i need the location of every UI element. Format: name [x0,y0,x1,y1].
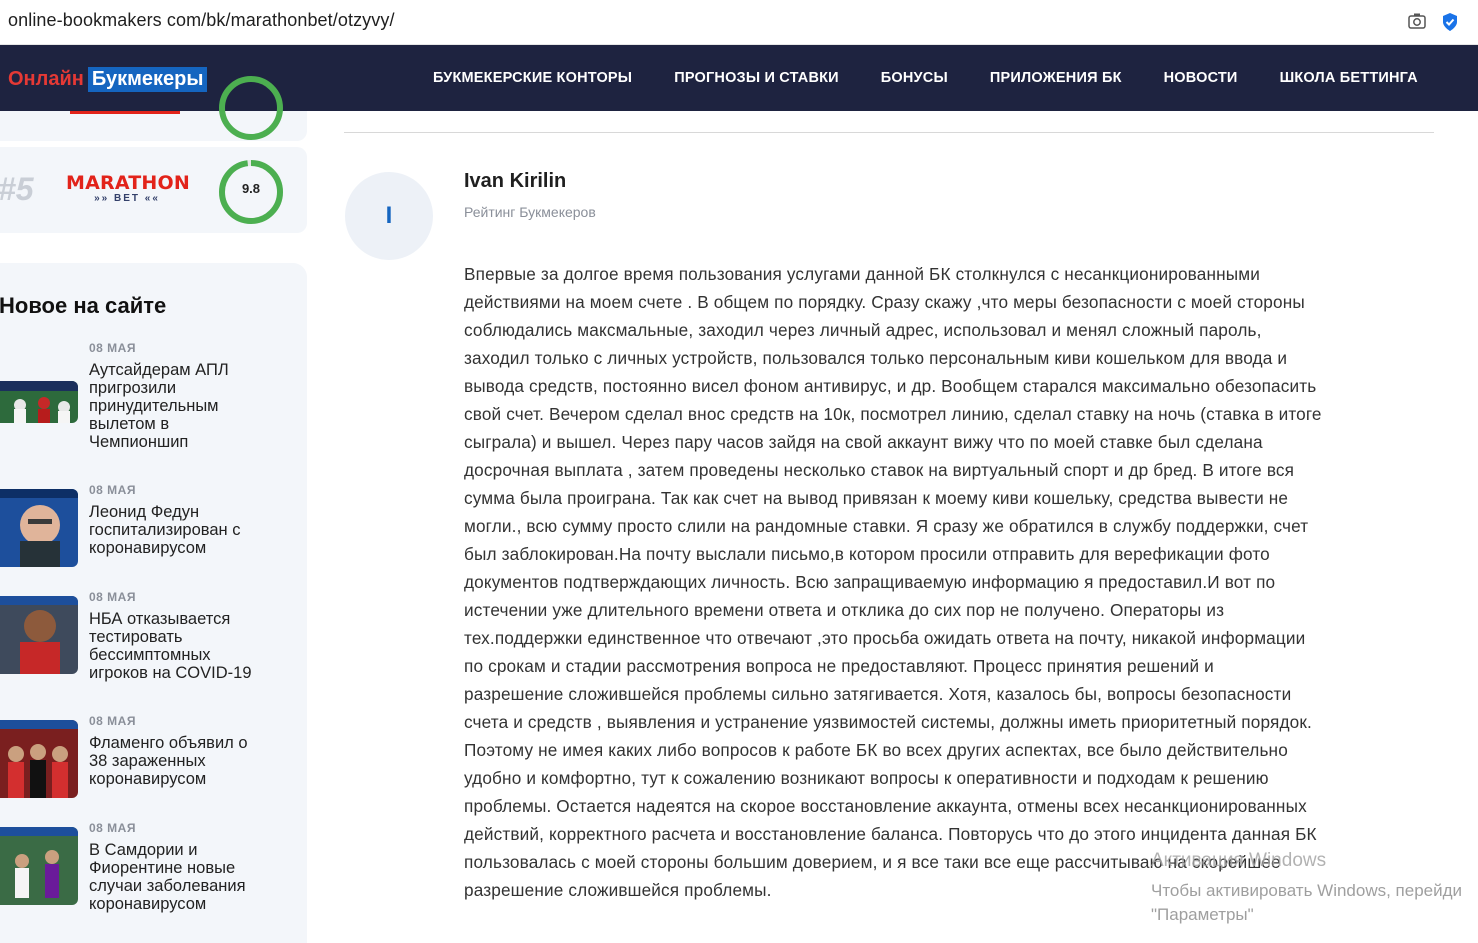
headline-line: вылетом в [89,415,170,433]
review-line: сыграла) и вышел. Через пару часов зайдя… [464,432,1263,452]
news-headline[interactable]: Леонид Федун госпитализирован с коронави… [89,503,279,557]
headline-line: игроков на COVID-19 [89,664,252,682]
news-image-portrait [0,489,78,567]
news-image-football [0,381,78,423]
headline-line: Леонид Федун [89,503,200,521]
sidebar: #5 MARATHON »» BET «« 9.8 Новое на сайте [0,76,310,943]
watermark-line2: Чтобы активировать Windows, перейди [1151,881,1463,900]
headline-line: 38 зараженных [89,752,206,770]
review-line: по срокам и стадии рассмотрения вопроса … [464,656,1214,676]
camera-icon[interactable] [1408,12,1426,30]
headline-line: принудительным [89,397,219,415]
watermark-line3: "Параметры" [1151,905,1254,924]
review-line: счета и средств , выявления и устранение… [464,712,1312,732]
site-logo[interactable]: Онлайн Букмекеры [8,65,208,93]
review-line: истечении уже длительного времени ответа… [464,600,1225,620]
address-bar[interactable]: online-bookmakers com/bk/marathonbet/otz… [0,0,1478,45]
previous-score-ring [219,76,283,140]
review-line: вывода средств, постоянно висел фоном ан… [464,376,1317,396]
news-date: 08 МАЯ [89,341,136,355]
headline-line: коронавирусом [89,539,207,557]
headline-line: В Самдории и [89,841,198,859]
news-thumbnail[interactable] [0,489,78,567]
news-headline[interactable]: Аутсайдерам АПЛ пригрозили принудительны… [89,361,279,451]
headline-line: Фламенго объявил о [89,734,248,752]
review-line: действиями на моем счете . В общем по по… [464,292,1305,312]
review-line: документов подтверждающих личность. Всю … [464,572,1276,592]
news-thumbnail[interactable] [0,827,78,905]
review-line: могли., всю сумму просто слили на рандом… [464,516,1309,536]
windows-activation-watermark: Активация Windows Чтобы активировать Win… [1151,846,1462,924]
headline-line: Чемпионшип [89,433,189,451]
divider [344,132,1434,133]
nav-item-betting-school[interactable]: ШКОЛА БЕТТИНГА [1280,70,1418,86]
news-title: Новое на сайте [0,293,167,318]
news-image-match [0,827,78,905]
news-thumbnail[interactable] [0,596,78,674]
nav-item-bookmakers[interactable]: БУКМЕКЕРСКИЕ КОНТОРЫ [433,70,632,86]
logo-text-part1: Онлайн [8,67,84,90]
news-date: 08 МАЯ [89,714,136,728]
nav-item-news[interactable]: НОВОСТИ [1164,70,1238,86]
review-line: соблюдались максмальные, заходил через л… [464,320,1262,340]
wing-left-icon: »» [94,193,114,204]
review-line: свой счет. Вечером сделал внос средств н… [464,404,1322,424]
review-line: Впервые за долгое время пользования услу… [464,264,1260,284]
news-image-team [0,720,78,798]
news-date: 08 МАЯ [89,821,136,835]
wing-right-icon: «« [140,193,160,204]
avatar-letter: I [385,202,393,229]
avatar: I [345,172,433,260]
brand-sub-text: BET [114,193,140,204]
review-line: сумма была проиграна. Так как счет на вы… [464,488,1289,508]
review-line: Поэтому не имея каких либо вопросов к ра… [464,740,1288,760]
review-text: Впервые за долгое время пользования услу… [464,260,1434,904]
news-headline[interactable]: Фламенго объявил о 38 зараженных коронав… [89,734,279,788]
headline-line: пригрозили [89,379,177,397]
review-line: проблемы. Остается надеятся на скорое во… [464,796,1307,816]
review-line: досрочная выплата , затем проведены неск… [464,460,1295,480]
review-author-subtitle: Рейтинг Букмекеров [464,204,596,220]
news-image-basketball [0,596,78,674]
news-thumbnail[interactable] [0,381,78,423]
review-line: действий, корректного расчета и восстано… [464,824,1317,844]
review-line: разрешение сложившейся проблемы сильно з… [464,684,1292,704]
nav-item-bonuses[interactable]: БОНУСЫ [881,70,948,86]
nav-item-apps[interactable]: ПРИЛОЖЕНИЯ БК [990,70,1122,86]
headline-line: Аутсайдерам АПЛ [89,361,229,379]
verified-shield-icon[interactable] [1441,12,1459,32]
headline-line: коронавирусом [89,895,207,913]
review-line: удобно и комфортно, тут к сожалению возн… [464,768,1269,788]
brand-sub: »» BET «« [66,193,188,205]
previous-logo-fragment [70,111,180,114]
review-line: заходил только с личных устройств, польз… [464,348,1288,368]
score-value: 9.8 [241,181,261,196]
review-line: тех.поддержки единственное что отвечают … [464,628,1306,648]
url-text[interactable]: online-bookmakers com/bk/marathonbet/otz… [8,10,395,31]
news-box: Новое на сайте 08 МАЯ Аутсайдерам АПЛ пр… [0,263,307,943]
logo-text-part2: Букмекеры [87,66,208,92]
brand-name: MARATHON [66,172,190,194]
headline-line: случаи заболевания [89,877,246,895]
watermark-line1: Активация Windows [1151,850,1327,871]
review-author: Ivan Kirilin [464,170,567,192]
news-headline[interactable]: В Самдории и Фиорентине новые случаи заб… [89,841,279,913]
headline-line: коронавирусом [89,770,207,788]
headline-line: Фиорентине новые [89,859,236,877]
headline-line: тестировать [89,628,183,646]
marathonbet-logo[interactable]: MARATHON »» BET «« [66,172,190,205]
news-thumbnail[interactable] [0,720,78,798]
headline-line: бессимптомных [89,646,211,664]
news-date: 08 МАЯ [89,483,136,497]
rating-card-previous[interactable] [0,76,307,141]
rank-number: #5 [0,171,34,207]
rating-card-marathonbet[interactable]: #5 MARATHON »» BET «« 9.8 [0,147,307,233]
news-date: 08 МАЯ [89,590,136,604]
news-headline[interactable]: НБА отказывается тестировать бессимптомн… [89,610,279,682]
review-line: был заблокирован.На почту выслали письмо… [464,544,1270,564]
nav-item-predictions[interactable]: ПРОГНОЗЫ И СТАВКИ [674,70,839,86]
main-nav: БУКМЕКЕРСКИЕ КОНТОРЫ ПРОГНОЗЫ И СТАВКИ Б… [412,45,1439,111]
headline-line: НБА отказывается [89,610,231,628]
headline-line: госпитализирован с [89,521,241,539]
